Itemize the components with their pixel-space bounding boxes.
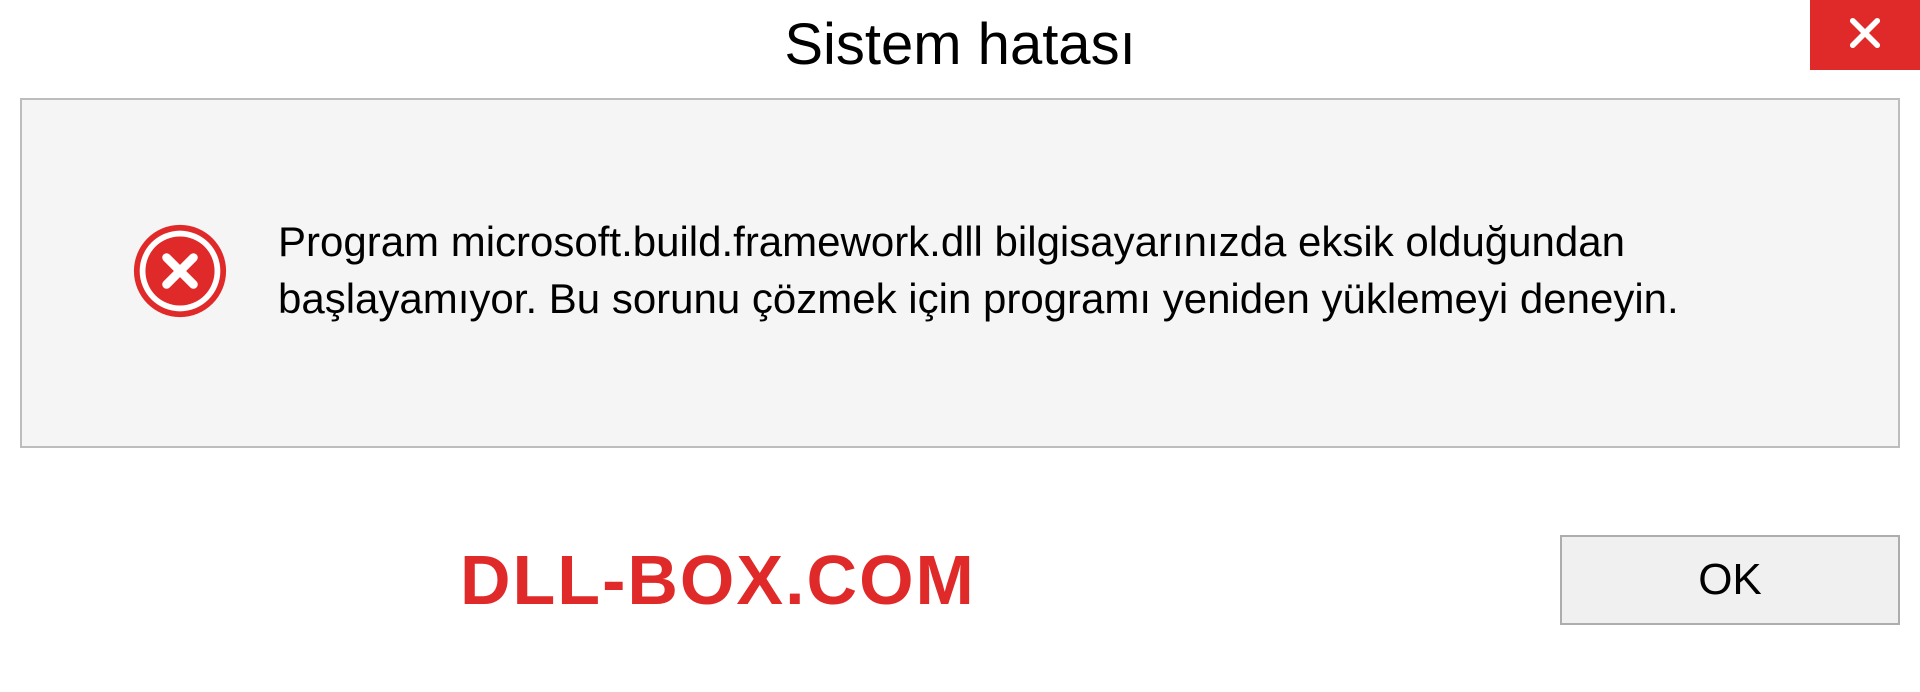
- error-icon: [132, 223, 228, 319]
- watermark-text: DLL-BOX.COM: [460, 540, 976, 620]
- dialog-title: Sistem hatası: [784, 11, 1135, 78]
- ok-button[interactable]: OK: [1560, 535, 1900, 625]
- titlebar: Sistem hatası: [0, 0, 1920, 88]
- content-panel: Program microsoft.build.framework.dll bi…: [20, 98, 1900, 448]
- dialog-footer: DLL-BOX.COM OK: [0, 448, 1920, 692]
- error-message: Program microsoft.build.framework.dll bi…: [278, 214, 1838, 327]
- close-button[interactable]: [1810, 0, 1920, 70]
- close-icon: [1844, 12, 1886, 59]
- error-dialog: Sistem hatası Program microsoft.build.fr…: [0, 0, 1920, 692]
